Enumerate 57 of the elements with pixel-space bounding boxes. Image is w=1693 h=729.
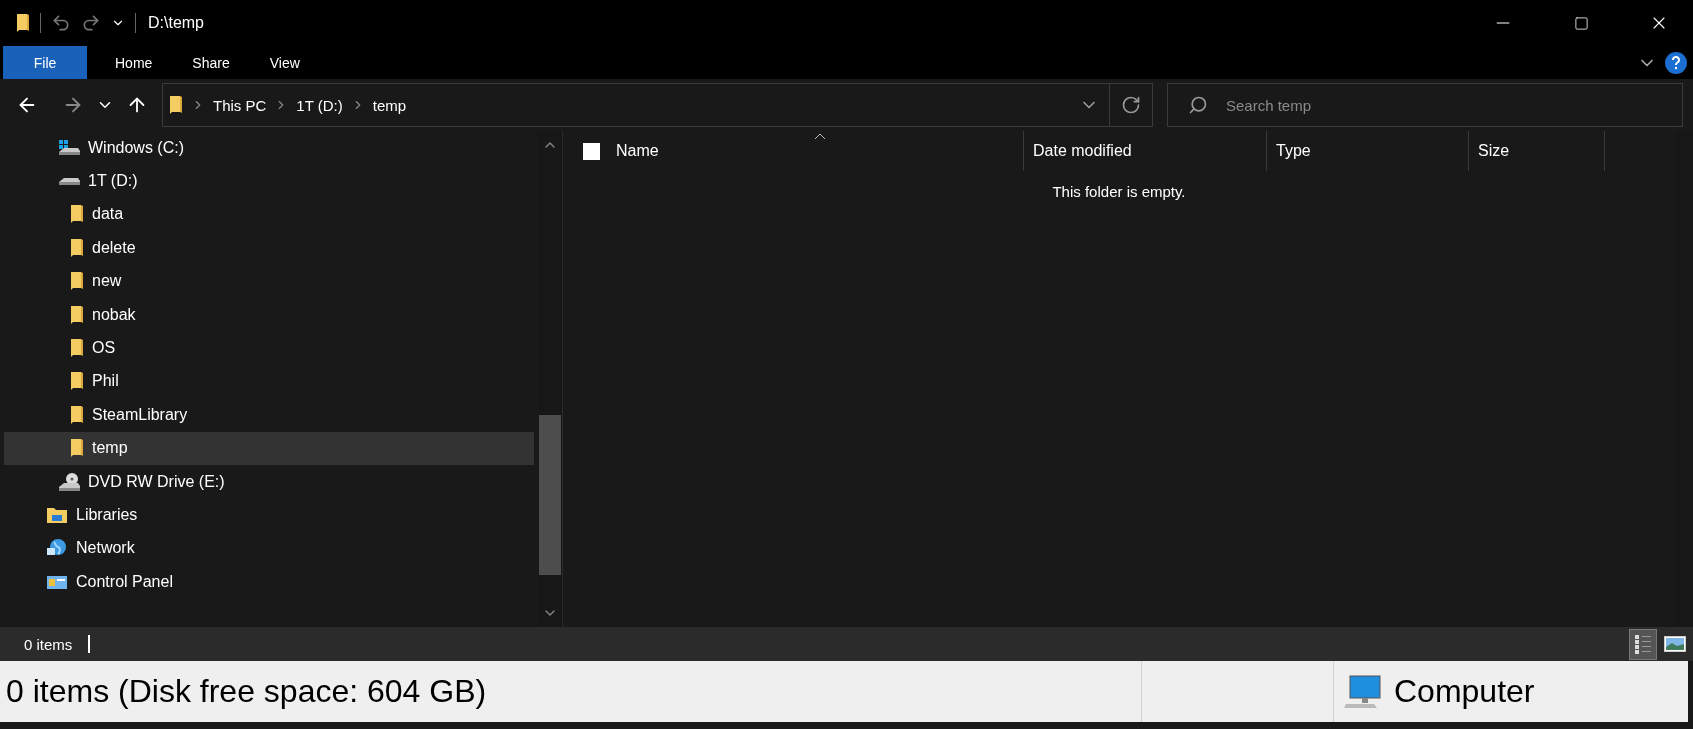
search-icon [1188, 95, 1208, 115]
column-header[interactable]: Date modified [1024, 131, 1267, 171]
windows-drive-icon [58, 139, 80, 156]
details-view-icon[interactable] [1629, 628, 1657, 660]
ribbon-tab[interactable]: View [249, 46, 320, 79]
location-label: Computer [1394, 673, 1535, 710]
address-bar[interactable]: This PC 1T (D:) temp [162, 83, 1153, 127]
sort-caret-icon [813, 133, 826, 140]
nav-tree-item[interactable]: data [4, 197, 534, 232]
item-count: 0 items [24, 635, 73, 653]
nav-tree-item[interactable]: delete [4, 231, 534, 265]
dvd-drive-icon [58, 471, 80, 492]
folder-icon [70, 438, 84, 459]
nav-tree-item[interactable]: DVD RW Drive (E:) [4, 464, 534, 499]
nav-tree-item[interactable]: Network [4, 531, 534, 566]
nav-tree-item[interactable]: Libraries [4, 498, 534, 532]
maximize-icon[interactable] [1573, 15, 1589, 31]
nav-tree-item[interactable]: 1T (D:) [4, 164, 534, 198]
undo-icon[interactable] [51, 13, 71, 33]
ribbon-tab[interactable]: File [3, 46, 87, 79]
nav-tree-item[interactable]: Control Panel [4, 565, 534, 599]
nav-tree-item[interactable]: SteamLibrary [4, 398, 534, 432]
column-header[interactable]: Size [1469, 131, 1605, 171]
folder-icon [70, 204, 84, 225]
search-box[interactable]: Search temp [1167, 83, 1683, 127]
folder-icon [70, 271, 84, 292]
empty-folder-message: This folder is empty. [1052, 183, 1186, 200]
search-field[interactable]: Search temp [1224, 95, 1682, 115]
help-icon[interactable] [1665, 51, 1687, 74]
libraries-folder-icon [46, 506, 68, 524]
nav-tree-item[interactable]: new [4, 264, 534, 298]
breadcrumb[interactable]: temp [372, 96, 407, 114]
select-all-checkbox[interactable] [583, 142, 600, 160]
nav-tree-item[interactable]: Windows (C:) [4, 131, 534, 165]
control-panel-icon [46, 573, 68, 590]
details-summary: 0 items (Disk free space: 604 GB) [5, 673, 488, 710]
folder-icon [169, 95, 183, 115]
nav-tree-item[interactable]: temp [4, 431, 534, 465]
folder-icon [70, 404, 84, 425]
column-header[interactable]: Type [1267, 131, 1469, 171]
drive-icon [58, 177, 80, 186]
redo-icon[interactable] [81, 13, 101, 33]
nav-tree-item[interactable]: OS [4, 331, 534, 365]
folder-icon [70, 371, 84, 392]
column-header[interactable]: Name [616, 131, 1024, 171]
folder-icon [70, 237, 84, 258]
breadcrumb[interactable]: 1T (D:) [296, 96, 343, 114]
folder-icon [70, 304, 84, 325]
breadcrumb[interactable]: This PC [213, 96, 267, 114]
window-title: D:\temp [148, 14, 205, 32]
ribbon-tab[interactable]: Home [95, 46, 173, 79]
computer-monitor-icon [1344, 673, 1384, 710]
ribbon-tab[interactable]: Share [172, 46, 250, 79]
nav-tree-item[interactable]: Phil [4, 364, 534, 399]
folder-icon [70, 338, 84, 359]
nav-tree-item[interactable]: nobak [4, 297, 534, 332]
folder-icon [16, 13, 30, 33]
